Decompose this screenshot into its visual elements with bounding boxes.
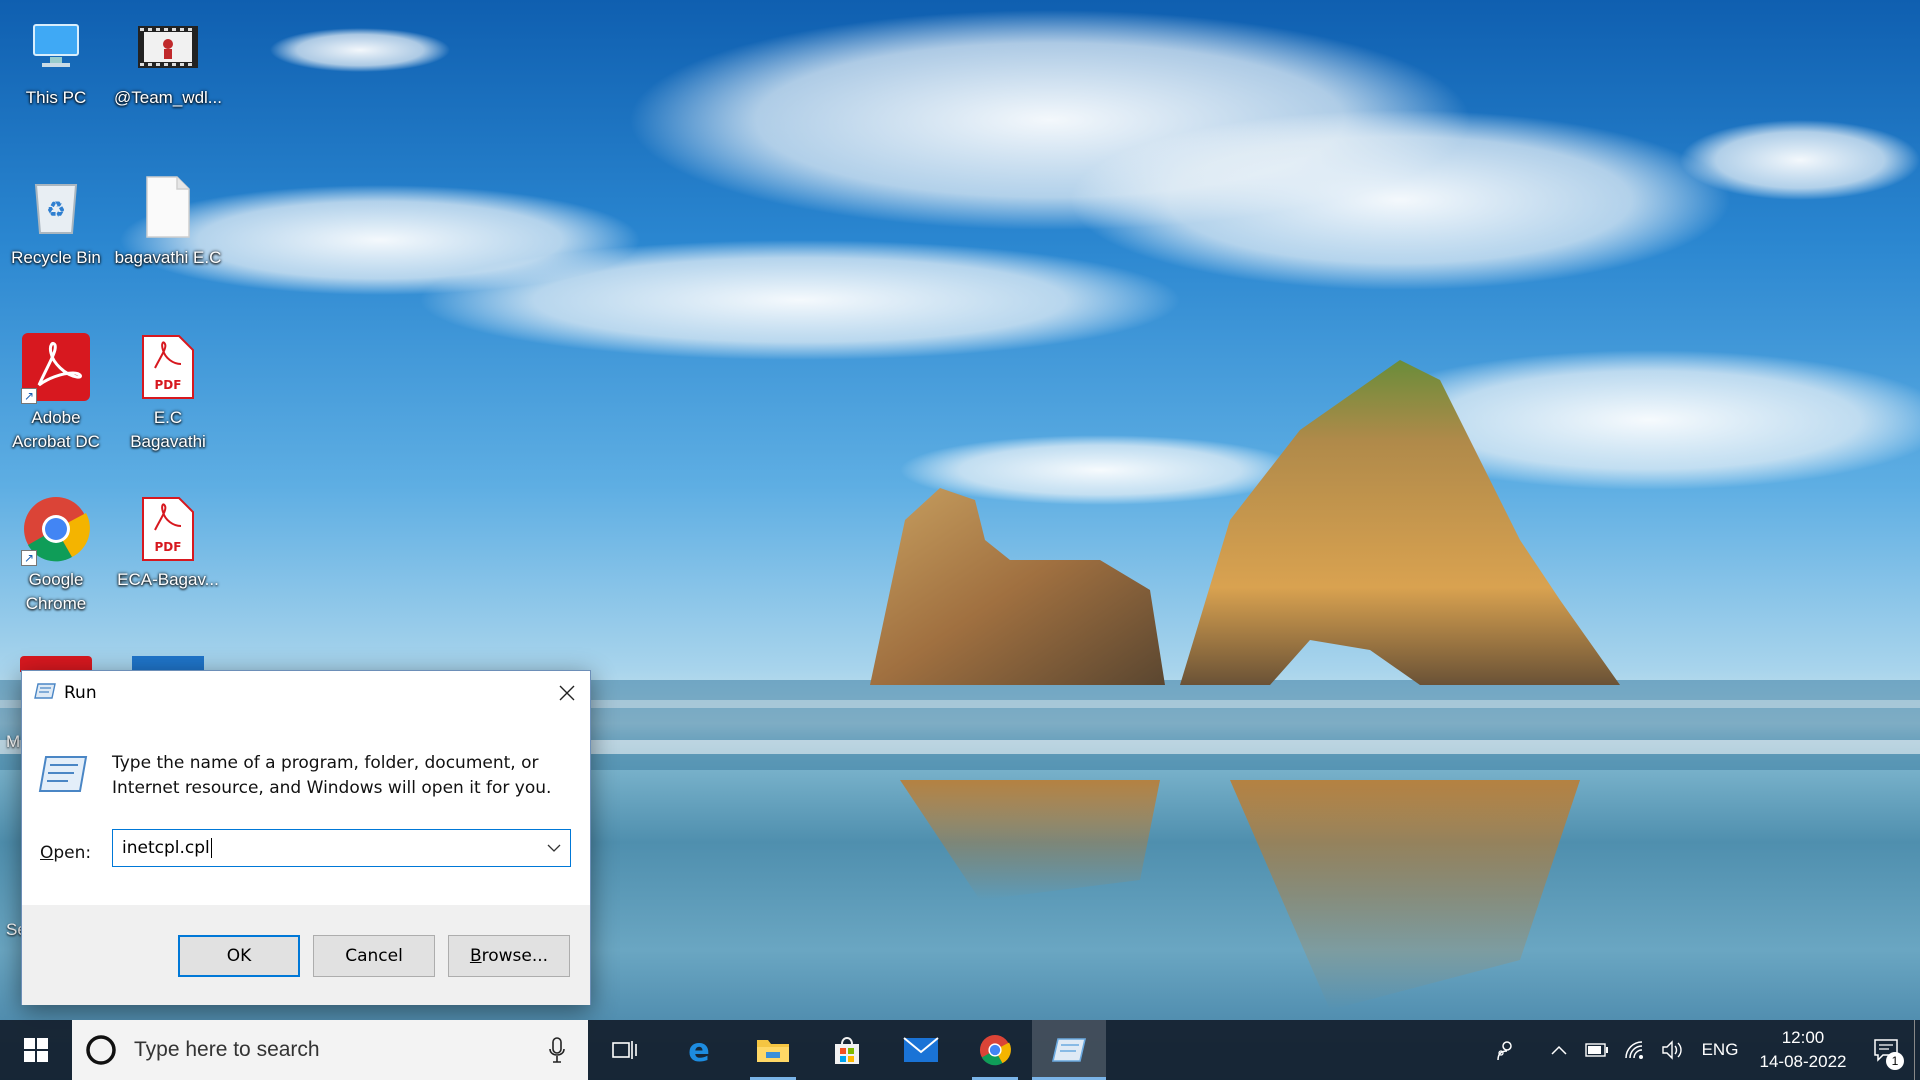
desktop-icon-label: ECA-Bagav... bbox=[117, 570, 219, 589]
run-icon bbox=[34, 682, 56, 704]
run-program-icon bbox=[38, 755, 88, 798]
cortana-circle-icon bbox=[86, 1035, 116, 1065]
people-button[interactable] bbox=[1486, 1020, 1524, 1080]
chrome-icon bbox=[979, 1034, 1011, 1066]
adobe-acrobat-icon: ↗ bbox=[21, 332, 91, 404]
network-button[interactable] bbox=[1616, 1020, 1654, 1080]
dialog-description: Type the name of a program, folder, docu… bbox=[112, 753, 552, 798]
show-hidden-icons-button[interactable] bbox=[1540, 1020, 1578, 1080]
start-button[interactable] bbox=[0, 1020, 72, 1080]
dialog-footer: OK Cancel Browse... bbox=[22, 905, 590, 1005]
open-label: Open: bbox=[40, 843, 92, 863]
search-placeholder: Type here to search bbox=[134, 1038, 320, 1061]
taskbar-file-explorer[interactable] bbox=[736, 1020, 810, 1080]
desktop-icon-label: Google Chrome bbox=[25, 570, 87, 613]
ok-button[interactable]: OK bbox=[178, 935, 300, 977]
recycle-bin-icon: ♻ bbox=[21, 172, 91, 242]
speaker-icon bbox=[1662, 1040, 1682, 1060]
desktop-icon-label: bagavathi E.C bbox=[114, 248, 222, 267]
taskbar-chrome[interactable] bbox=[958, 1020, 1032, 1080]
clock-date: 14-08-2022 bbox=[1759, 1052, 1847, 1071]
taskbar-edge[interactable]: e bbox=[662, 1020, 736, 1080]
desktop-icon-google-chrome[interactable]: ↗ Google Chrome bbox=[2, 494, 110, 616]
desktop-icon-this-pc[interactable]: This PC bbox=[2, 12, 110, 110]
cancel-button[interactable]: Cancel bbox=[313, 935, 435, 977]
svg-text:PDF: PDF bbox=[155, 540, 182, 554]
notification-count-badge: 1 bbox=[1886, 1052, 1904, 1070]
windows-logo-icon bbox=[24, 1038, 48, 1062]
video-file-icon bbox=[133, 12, 203, 82]
taskbar-mail[interactable] bbox=[884, 1020, 958, 1080]
shortcut-arrow-icon: ↗ bbox=[21, 388, 37, 404]
desktop-icon-bagavathi-file[interactable]: bagavathi E.C bbox=[114, 172, 222, 270]
edge-icon: e bbox=[688, 1034, 710, 1066]
task-view-button[interactable] bbox=[588, 1020, 662, 1080]
taskbar-search-box[interactable]: Type here to search bbox=[72, 1020, 588, 1080]
desktop-icon-eca-bagavathi-pdf[interactable]: PDF ECA-Bagav... bbox=[114, 494, 222, 592]
mail-icon bbox=[903, 1037, 939, 1062]
chevron-down-icon bbox=[547, 844, 561, 852]
shortcut-arrow-icon: ↗ bbox=[21, 550, 37, 566]
browse-button[interactable]: Browse... bbox=[448, 935, 570, 977]
desktop-icon-ec-bagavathi-pdf[interactable]: PDF E.C Bagavathi bbox=[114, 332, 222, 454]
task-view-icon bbox=[612, 1041, 637, 1059]
dialog-body: Type the name of a program, folder, docu… bbox=[22, 715, 590, 905]
battery-icon bbox=[1585, 1043, 1608, 1057]
taskbar-store[interactable] bbox=[810, 1020, 884, 1080]
wifi-icon bbox=[1625, 1041, 1643, 1059]
input-language-indicator[interactable]: ENG bbox=[1692, 1040, 1748, 1060]
dialog-title-bar[interactable]: Run bbox=[22, 671, 590, 715]
partial-icon-label: M bbox=[6, 732, 21, 751]
taskbar: Type here to search e ENG 12:00 14-08-20… bbox=[0, 1020, 1920, 1080]
desktop-icon-label: This PC bbox=[25, 88, 87, 107]
action-center-button[interactable]: 1 bbox=[1858, 1020, 1914, 1080]
svg-text:e: e bbox=[688, 1034, 710, 1066]
dialog-title: Run bbox=[64, 683, 97, 703]
text-cursor bbox=[210, 838, 212, 858]
desktop-icon-label: E.C Bagavathi bbox=[130, 408, 206, 451]
battery-button[interactable] bbox=[1578, 1020, 1616, 1080]
pdf-file-icon: PDF bbox=[133, 332, 203, 402]
taskbar-run[interactable] bbox=[1032, 1020, 1106, 1080]
store-icon bbox=[835, 1037, 859, 1064]
close-icon bbox=[559, 685, 575, 701]
this-pc-icon bbox=[21, 12, 91, 82]
open-combobox[interactable]: inetcpl.cpl bbox=[112, 829, 571, 867]
people-icon bbox=[1497, 1041, 1512, 1061]
chevron-up-icon bbox=[1551, 1045, 1567, 1055]
desktop-icon-adobe-acrobat[interactable]: ↗ Adobe Acrobat DC bbox=[2, 332, 110, 454]
show-desktop-button[interactable] bbox=[1914, 1020, 1920, 1080]
microphone-icon[interactable] bbox=[548, 1037, 566, 1068]
desktop-icon-label: Recycle Bin bbox=[11, 248, 101, 267]
clock-time: 12:00 bbox=[1781, 1028, 1825, 1047]
volume-button[interactable] bbox=[1654, 1020, 1692, 1080]
file-explorer-icon bbox=[757, 1040, 789, 1062]
run-icon bbox=[1052, 1038, 1086, 1062]
pdf-file-icon: PDF bbox=[133, 494, 203, 564]
desktop-icon-label: Adobe Acrobat DC bbox=[12, 408, 100, 451]
svg-text:♻: ♻ bbox=[46, 198, 66, 223]
chrome-icon: ↗ bbox=[21, 494, 91, 566]
close-button[interactable] bbox=[544, 671, 590, 715]
desktop-icon-team-video[interactable]: @Team_wdl... bbox=[114, 12, 222, 110]
system-tray: ENG 12:00 14-08-2022 1 bbox=[1486, 1020, 1920, 1080]
blank-file-icon bbox=[133, 172, 203, 242]
run-dialog: Run Type the name of a program, folder, … bbox=[21, 670, 591, 1005]
dropdown-button[interactable] bbox=[544, 838, 564, 858]
open-input[interactable]: inetcpl.cpl bbox=[113, 838, 210, 858]
desktop-icon-label: @Team_wdl... bbox=[114, 88, 222, 107]
clock[interactable]: 12:00 14-08-2022 bbox=[1748, 1026, 1858, 1074]
desktop-icon-recycle-bin[interactable]: ♻ Recycle Bin bbox=[2, 172, 110, 270]
svg-text:PDF: PDF bbox=[155, 378, 182, 392]
